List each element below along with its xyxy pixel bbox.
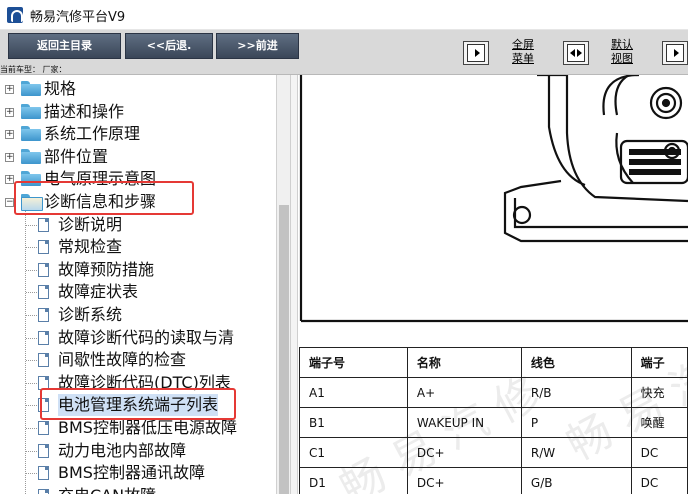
table-header: 名称 [406,347,522,378]
tree-expander-icon[interactable]: + [5,85,14,94]
tree-expander-icon[interactable]: + [5,152,14,162]
window-title: 畅易汽修平台V9 [30,10,126,25]
tree-item[interactable]: 动力电池内部故障 [58,440,186,462]
tree-item[interactable]: 规格 [44,78,76,100]
tree-connector-line [26,405,37,407]
table-cell: A+ [406,377,522,408]
expand-icon [467,44,485,62]
content-pane: 畅 易 汽 修 畅 易 汽 端子号 名称 线色 端子 A1 A+ R/B 快充 B1 WAKEU… [299,75,688,494]
back-button[interactable]: <<后退. [125,33,213,59]
tree-item[interactable]: 间歇性故障的检查 [58,349,186,371]
table-cell: P [520,407,632,438]
navigation-tree: + 规格 + 描述和操作 + 系统工作原理 + 部件位置 + 电气原理示意图 − 诊断信息和步骤 诊断说… [0,75,275,494]
table-cell: DC+ [406,437,522,468]
table-cell: C1 [299,437,408,468]
folder-icon [21,81,41,96]
tree-item[interactable]: 部件位置 [44,146,108,168]
default-view-link[interactable]: 默认 视图 [604,38,640,66]
document-icon [38,353,49,368]
highlight-box [14,181,194,215]
highlight-box [40,388,236,421]
table-cell: A1 [299,377,408,408]
tree-connector-line [26,428,37,429]
document-icon [38,443,49,458]
table-cell: DC [630,467,688,494]
tree-expander-icon[interactable]: + [5,107,14,117]
document-icon [38,262,49,277]
table-cell: DC+ [406,467,522,494]
tree-connector-line [26,360,37,362]
toolbar: 返回主目录 <<后退. >>前进 全屏 菜单 默认 视图 当前车型： 厂家： [0,30,688,75]
document-icon [38,240,49,255]
tree-item[interactable]: 故障诊断代码的读取与清 [58,327,234,349]
tree-expander-icon[interactable]: − [5,198,14,207]
table-row: D1 DC+ G/B DC [299,467,688,494]
document-icon [38,421,49,435]
fullscreen-toggle-button[interactable] [463,41,489,65]
table-cell: G/B [520,467,632,494]
tree-connector-line [26,337,37,339]
tree-scrollbar[interactable] [276,75,290,494]
table-cell: R/B [520,377,632,408]
tree-connector-line [26,247,37,249]
tree-item[interactable]: BMS控制器低压电源故障 [58,417,237,439]
table-cell: R/W [520,437,632,468]
fullscreen-menu-label: 全屏 菜单 [512,38,534,65]
document-icon [38,308,49,322]
tree-connector-line [26,292,37,294]
tree-connector-line [26,224,37,226]
vehicle-breadcrumb: 当前车型： 厂家： [0,65,67,74]
tree-item[interactable]: 故障预防措施 [58,259,154,281]
fullscreen-menu-link[interactable]: 全屏 菜单 [505,38,541,66]
split-icon [567,44,585,62]
folder-icon [21,126,41,142]
table-row: B1 WAKEUP IN P 唤醒 [299,407,688,438]
table-cell: DC [630,437,688,468]
tree-item[interactable]: 诊断说明 [58,214,122,236]
document-icon [38,488,49,494]
terminal-table: 端子号 名称 线色 端子 A1 A+ R/B 快充 B1 WAKEUP IN P 唤醒 C1 DC+ R/… [299,347,688,494]
tree-scrollbar-thumb[interactable] [279,205,289,494]
document-icon [38,285,49,300]
tree-item[interactable]: 常规检查 [58,236,122,258]
table-cell: WAKEUP IN [406,407,522,438]
table-cell: D1 [299,467,408,494]
next-view-button[interactable] [662,41,688,65]
table-row: C1 DC+ R/W DC [299,437,688,468]
tree-item[interactable]: 描述和操作 [44,101,124,123]
tree-connector-line [26,450,37,452]
tree-connector-line [26,473,37,475]
table-header: 端子号 [299,347,408,378]
tree-item[interactable]: 充电CAN故障 [58,485,156,494]
document-icon [38,466,49,481]
back-to-main-button[interactable]: 返回主目录 [8,33,121,59]
app-logo-icon [7,7,23,23]
folder-icon [21,103,41,119]
tree-item[interactable]: 系统工作原理 [44,123,140,145]
table-cell: B1 [299,407,408,438]
pane-splitter[interactable] [290,75,298,494]
tree-item[interactable]: BMS控制器通讯故障 [58,462,205,484]
connector-drawing [299,75,688,323]
tree-connector-line [26,269,37,271]
expand-icon-2 [666,44,684,62]
forward-button[interactable]: >>前进 [216,33,299,59]
folder-icon [21,148,41,164]
split-view-button[interactable] [563,41,589,65]
document-icon [38,330,49,345]
tree-connector-line [26,315,37,316]
tree-expander-icon[interactable]: + [5,175,14,185]
tree-item[interactable]: 故障症状表 [58,281,138,303]
table-cell: 快充 [630,377,688,408]
tree-connector-line [26,382,37,384]
table-cell: 唤醒 [630,407,688,438]
document-icon [38,217,49,232]
table-header: 线色 [520,347,632,378]
tree-expander-icon[interactable]: + [5,130,14,140]
title-bar: 畅易汽修平台V9 [0,0,688,30]
table-header: 端子 [630,347,688,378]
tree-item[interactable]: 诊断系统 [58,304,122,326]
table-row: A1 A+ R/B 快充 [299,377,688,408]
default-view-label: 默认 视图 [611,38,633,65]
